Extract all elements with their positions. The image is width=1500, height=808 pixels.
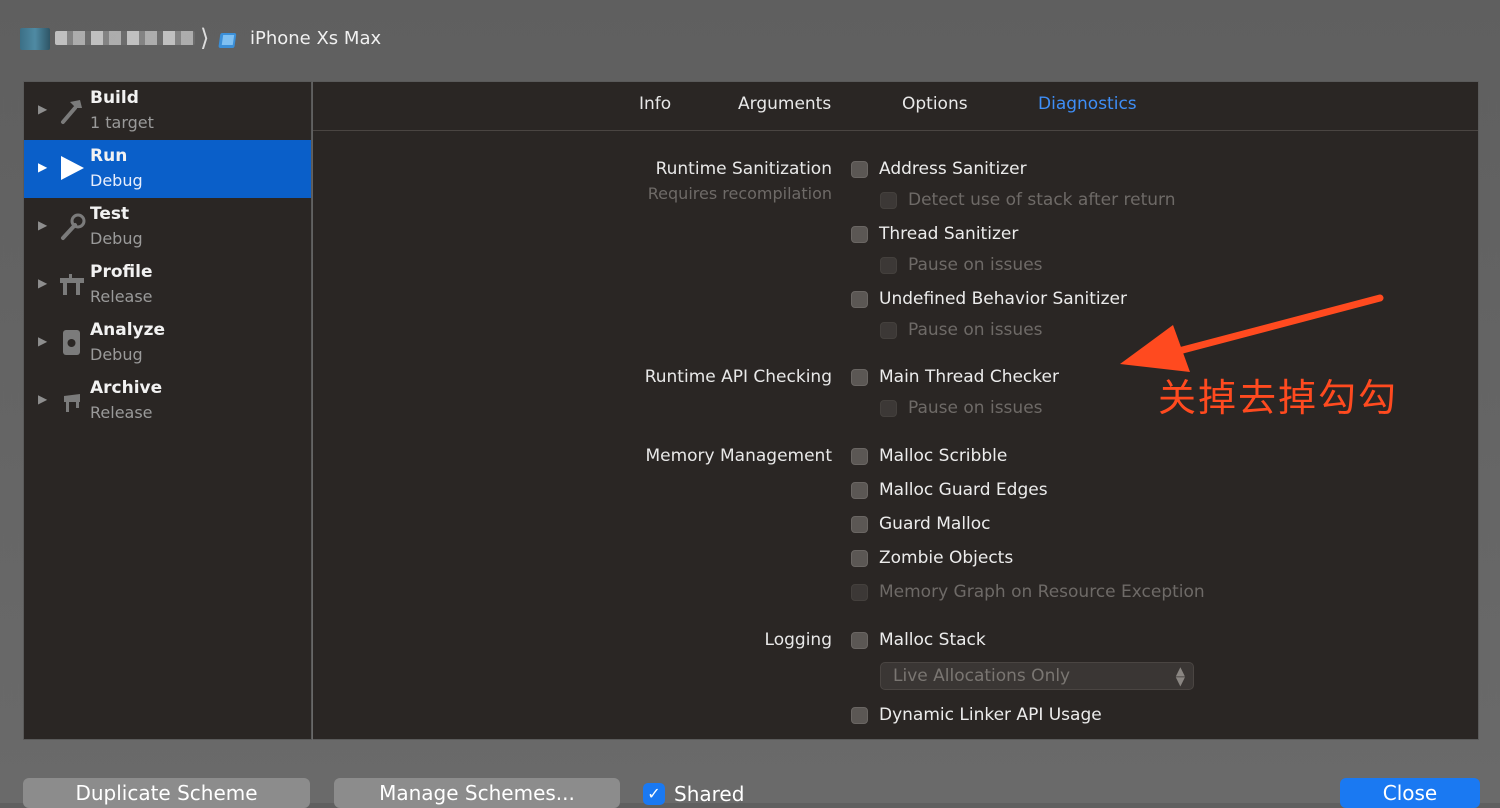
sidebar-item-title: Build [90, 88, 139, 108]
close-button[interactable]: Close [1340, 778, 1480, 808]
thread-sanitizer-checkbox[interactable] [851, 226, 868, 243]
section-label-memory-management: Memory Management [645, 446, 832, 466]
up-down-arrows-icon: ▲ ▼ [1175, 664, 1185, 688]
sidebar-item-build[interactable]: ▶ Build 1 target [24, 82, 311, 140]
sidebar-item-profile[interactable]: ▶ Profile Release [24, 256, 311, 314]
shared-checkbox[interactable]: ✓ [643, 783, 665, 805]
thread-sanitizer-label: Thread Sanitizer [879, 224, 1019, 244]
memory-graph-checkbox[interactable] [851, 584, 868, 601]
ub-sanitizer-checkbox[interactable] [851, 291, 868, 308]
section-label-runtime-api-checking: Runtime API Checking [644, 367, 832, 387]
hammer-icon [61, 100, 82, 124]
device-selector[interactable]: iPhone Xs Max [250, 28, 381, 49]
sidebar-item-subtitle: Debug [90, 229, 143, 248]
breadcrumb-chevron: ⟩ [200, 24, 210, 52]
section-note-requires-recompilation: Requires recompilation [647, 184, 832, 203]
disclosure-triangle-icon[interactable]: ▶ [38, 276, 47, 290]
section-label-runtime-sanitization: Runtime Sanitization [655, 159, 832, 179]
tab-arguments[interactable]: Arguments [738, 94, 831, 114]
scheme-action-list: ▶ Build 1 target ▶ Run Debug ▶ Test Debu… [23, 81, 312, 740]
guard-malloc-label: Guard Malloc [879, 514, 991, 534]
malloc-stack-checkbox[interactable] [851, 632, 868, 649]
main-thread-checker-pause-label: Pause on issues [908, 398, 1043, 418]
malloc-stack-mode-value: Live Allocations Only [893, 666, 1071, 686]
pixelated-project-name [20, 28, 50, 50]
sidebar-item-archive[interactable]: ▶ Archive Release [24, 372, 311, 430]
malloc-scribble-checkbox[interactable] [851, 448, 868, 465]
sidebar-item-title: Profile [90, 262, 153, 282]
scheme-breadcrumb: ⟩ iPhone Xs Max [0, 0, 1500, 80]
main-thread-checker-checkbox[interactable] [851, 369, 868, 386]
disclosure-triangle-icon[interactable]: ▶ [38, 218, 47, 232]
memory-graph-label: Memory Graph on Resource Exception [879, 582, 1205, 602]
ub-sanitizer-pause-checkbox[interactable] [880, 322, 897, 339]
disclosure-triangle-icon[interactable]: ▶ [38, 160, 47, 174]
analyze-icon [63, 330, 80, 355]
sidebar-item-title: Run [90, 146, 128, 166]
gauge-icon [60, 274, 84, 295]
sidebar-item-run[interactable]: ▶ Run Debug [24, 140, 311, 198]
tab-info[interactable]: Info [639, 94, 671, 114]
malloc-guard-edges-label: Malloc Guard Edges [879, 480, 1048, 500]
wrench-icon [61, 213, 86, 240]
manage-schemes-button[interactable]: Manage Schemes... [334, 778, 620, 808]
sidebar-item-subtitle: Release [90, 403, 153, 422]
malloc-guard-edges-checkbox[interactable] [851, 482, 868, 499]
guard-malloc-checkbox[interactable] [851, 516, 868, 533]
malloc-scribble-label: Malloc Scribble [879, 446, 1008, 466]
main-thread-checker-pause-checkbox[interactable] [880, 400, 897, 417]
thread-sanitizer-pause-label: Pause on issues [908, 255, 1043, 275]
address-sanitizer-checkbox[interactable] [851, 161, 868, 178]
disclosure-triangle-icon[interactable]: ▶ [38, 102, 47, 116]
sidebar-item-subtitle: Debug [90, 345, 143, 364]
zombie-objects-checkbox[interactable] [851, 550, 868, 567]
sidebar-item-title: Test [90, 204, 130, 224]
sidebar-item-subtitle: Debug [90, 171, 143, 190]
malloc-stack-mode-select[interactable]: Live Allocations Only ▲ ▼ [880, 662, 1194, 690]
annotation-text: 关掉去掉勾勾 [1158, 376, 1399, 420]
detect-stack-after-return-label: Detect use of stack after return [908, 190, 1176, 210]
shared-label: Shared [674, 782, 745, 806]
sidebar-item-title: Analyze [90, 320, 166, 340]
main-thread-checker-label: Main Thread Checker [879, 367, 1059, 387]
pixelated-project-name-2 [55, 31, 195, 45]
duplicate-scheme-button[interactable]: Duplicate Scheme [23, 778, 310, 808]
sidebar-item-title: Archive [90, 378, 163, 398]
ub-sanitizer-label: Undefined Behavior Sanitizer [879, 289, 1127, 309]
disclosure-triangle-icon[interactable]: ▶ [38, 392, 47, 406]
archive-icon [64, 394, 80, 412]
section-label-logging: Logging [764, 630, 832, 650]
thread-sanitizer-pause-checkbox[interactable] [880, 257, 897, 274]
disclosure-triangle-icon[interactable]: ▶ [38, 334, 47, 348]
zombie-objects-label: Zombie Objects [879, 548, 1014, 568]
sidebar-item-subtitle: 1 target [90, 113, 154, 132]
play-icon [61, 156, 84, 180]
dynamic-linker-checkbox[interactable] [851, 707, 868, 724]
sidebar-item-test[interactable]: ▶ Test Debug [24, 198, 311, 256]
iphone-device-icon [218, 33, 237, 48]
tab-options[interactable]: Options [902, 94, 968, 114]
dynamic-linker-label: Dynamic Linker API Usage [879, 705, 1102, 725]
malloc-stack-label: Malloc Stack [879, 630, 986, 650]
address-sanitizer-label: Address Sanitizer [879, 159, 1027, 179]
ub-sanitizer-pause-label: Pause on issues [908, 320, 1043, 340]
tab-bar: Info Arguments Options Diagnostics [313, 82, 1478, 131]
sidebar-item-subtitle: Release [90, 287, 153, 306]
detect-stack-after-return-checkbox[interactable] [880, 192, 897, 209]
tab-diagnostics[interactable]: Diagnostics [1038, 94, 1137, 114]
sidebar-item-analyze[interactable]: ▶ Analyze Debug [24, 314, 311, 372]
